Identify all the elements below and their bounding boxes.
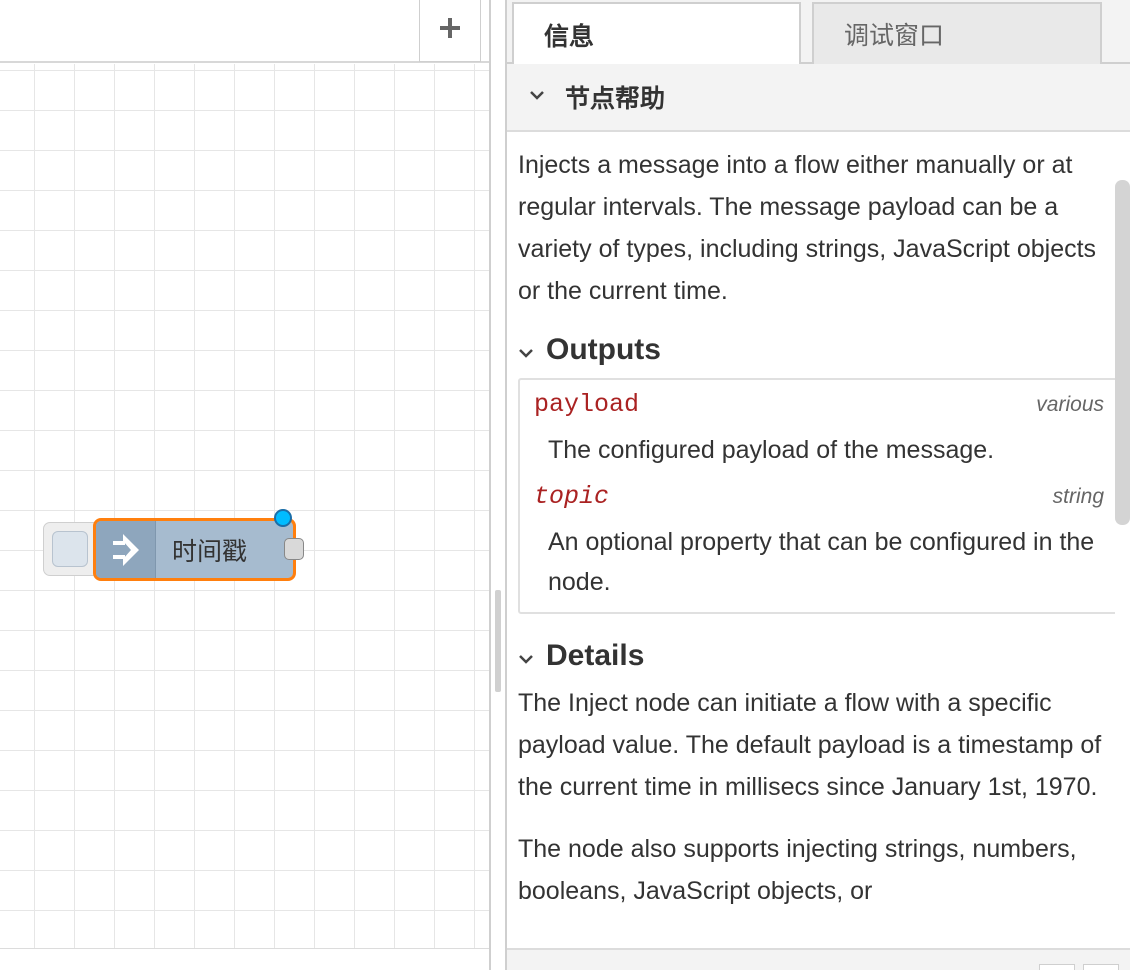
- workspace-tab-bar: [0, 0, 489, 63]
- tab-info[interactable]: 信息: [512, 2, 801, 66]
- property-description: An optional property that can be configu…: [548, 528, 1095, 596]
- details-paragraph: The node also supports injecting strings…: [518, 835, 1077, 905]
- node-help-section-header[interactable]: 节点帮助: [507, 64, 1130, 132]
- sidebar: 信息 调试窗口 节点帮助 Injects a message into a fl…: [507, 0, 1130, 970]
- property-row: payload various: [534, 390, 1104, 430]
- help-intro: Injects a message into a flow either man…: [518, 151, 1097, 305]
- property-type: various: [1036, 393, 1104, 416]
- node-body[interactable]: 时间戳: [93, 518, 296, 581]
- tab-info-label: 信息: [544, 23, 595, 51]
- splitter-handle[interactable]: [495, 590, 501, 692]
- property-description: The configured payload of the message.: [548, 436, 995, 464]
- inject-arrow-icon: [96, 521, 156, 578]
- inject-node[interactable]: 时间戳: [43, 509, 305, 581]
- outputs-title: Outputs: [546, 333, 661, 366]
- property-row: topic string: [534, 482, 1104, 522]
- help-scrollbar-thumb[interactable]: [1115, 180, 1130, 525]
- node-changed-indicator: [274, 509, 292, 527]
- property-name: topic: [534, 482, 610, 511]
- node-output-port[interactable]: [284, 538, 304, 560]
- chevron-down-icon: [518, 333, 534, 367]
- footer-button[interactable]: [1039, 964, 1075, 970]
- inject-trigger-button[interactable]: [52, 531, 88, 567]
- help-content: Injects a message into a flow either man…: [507, 132, 1115, 948]
- details-header[interactable]: Details: [518, 636, 1115, 676]
- flow-workspace[interactable]: 时间戳: [0, 0, 489, 970]
- property-name: payload: [534, 390, 640, 419]
- sidebar-splitter[interactable]: [489, 0, 507, 970]
- footer-button[interactable]: [1083, 964, 1119, 970]
- details-title: Details: [546, 639, 645, 672]
- node-help-title: 节点帮助: [565, 85, 666, 113]
- details-paragraph: The Inject node can initiate a flow with…: [518, 689, 1102, 801]
- workspace-footer: [0, 948, 489, 970]
- add-flow-button[interactable]: [419, 0, 481, 62]
- chevron-down-icon: [529, 88, 545, 106]
- tab-debug-label: 调试窗口: [844, 22, 945, 50]
- outputs-properties-list: payload various The configured payload o…: [518, 378, 1115, 614]
- tab-debug[interactable]: 调试窗口: [812, 2, 1102, 64]
- sidebar-footer: [507, 948, 1130, 970]
- sidebar-tab-bar: 信息 调试窗口: [507, 0, 1130, 66]
- outputs-header[interactable]: Outputs: [518, 330, 1115, 370]
- workspace-canvas-grid[interactable]: [0, 64, 489, 970]
- node-label: 时间戳: [172, 537, 248, 566]
- chevron-down-icon: [518, 639, 534, 673]
- plus-icon: [439, 17, 461, 44]
- property-type: string: [1052, 485, 1104, 508]
